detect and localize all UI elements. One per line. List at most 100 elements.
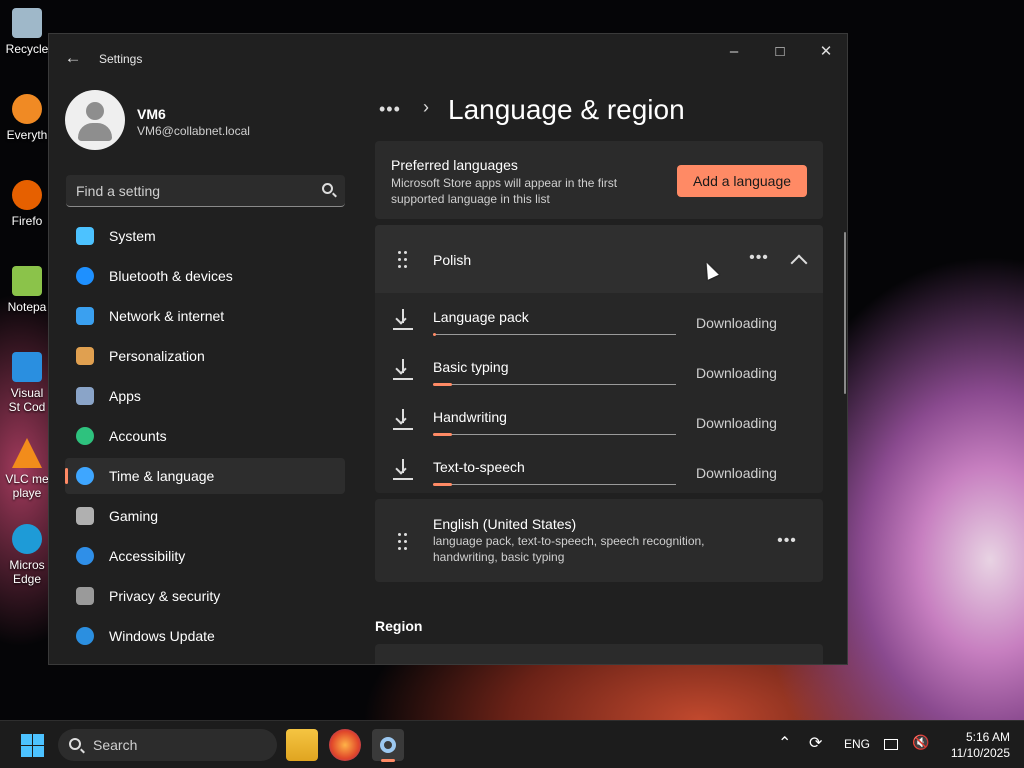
language-name: English (United States) [433,516,577,532]
language-card-polish: Polish ••• Language pack Downloading Basic… [375,225,823,493]
sidebar-item-label: Network & internet [109,308,225,324]
avatar [65,90,125,150]
desktop-icon-label: Visual St Cod [8,386,46,414]
sidebar-nav: System Bluetooth & devices Network & inter… [65,218,345,658]
language-name: Polish [433,252,472,268]
sidebar-item-label: Bluetooth & devices [109,268,233,284]
desktop-icon-label: VLC me playe [5,472,49,500]
firefox-taskbar-icon[interactable] [329,729,361,761]
sidebar-item-time-language[interactable]: Time & language [65,458,345,494]
sidebar-item-accessibility[interactable]: Accessibility [65,538,345,574]
display-icon[interactable] [884,739,898,750]
drag-handle-icon[interactable] [398,533,408,551]
close-button[interactable]: ✕ [811,42,841,62]
sidebar-item-accounts[interactable]: Accounts [65,418,345,454]
gear-icon [380,737,396,753]
recycle-bin-icon [12,8,42,38]
system-clock[interactable]: 5:16 AM 11/10/2025 [940,729,1010,761]
download-status: Downloading [696,465,777,481]
language-header-polish[interactable]: Polish ••• [375,225,823,293]
title-bar: ← Settings – □ ✕ [49,34,847,82]
desktop-icon-vlc[interactable]: VLC me playe [4,438,50,500]
desktop-icon-firefox[interactable]: Firefo [4,180,50,228]
preferred-languages-description: Microsoft Store apps will appear in the … [391,176,618,206]
edge-icon [12,524,42,554]
everything-app-icon [12,94,42,124]
sidebar-item-bluetooth-devices[interactable]: Bluetooth & devices [65,258,345,294]
download-status: Downloading [696,315,777,331]
desktop-icon-vscode[interactable]: Visual St Cod [4,352,50,414]
more-options-button[interactable]: ••• [744,249,774,267]
shield-icon [76,587,94,605]
download-progress-fill [433,383,453,386]
desktop-icon-label: Everyth [6,128,48,142]
download-icon [393,359,413,381]
windows-start-icon[interactable] [21,734,44,757]
monitor-icon [76,227,94,245]
sync-icon[interactable]: ⟳ [809,733,822,753]
taskbar: Search ⌃ ⟳ ENG 🔇 5:16 AM 11/10/2025 [0,720,1024,768]
wifi-icon [76,307,94,325]
chevron-up-icon[interactable]: ⌃ [778,733,791,753]
sidebar-item-label: Accessibility [109,548,186,564]
clock-date: 11/10/2025 [950,746,1010,760]
sidebar-item-personalization[interactable]: Personalization [65,338,345,374]
sidebar-item-network-internet[interactable]: Network & internet [65,298,345,334]
drag-handle-icon[interactable] [398,251,408,269]
download-icon [393,459,413,481]
download-item: Handwriting Downloading [375,395,823,445]
sidebar-item-gaming[interactable]: Gaming [65,498,345,534]
vscode-icon [12,352,42,382]
sidebar-item-system[interactable]: System [65,218,345,254]
search-input[interactable]: Find a setting [76,183,160,199]
apps-icon [76,387,94,405]
maximize-button[interactable]: □ [765,42,795,62]
minimize-button[interactable]: – [719,42,749,62]
country-region-card-partial[interactable] [375,644,823,664]
download-progress-bar [433,433,676,436]
language-card-english[interactable]: English (United States) language pack, t… [375,499,823,582]
desktop-icon-edge[interactable]: Micros Edge [4,524,50,586]
desktop-icon-everything[interactable]: Everyth [4,94,50,142]
scrollbar[interactable] [844,232,846,394]
taskbar-search-label: Search [93,737,138,753]
volume-muted-icon[interactable]: 🔇 [912,734,929,751]
desktop-icon-recycle-bin[interactable]: Recycle [4,8,50,56]
preferred-languages-title: Preferred languages [391,157,518,173]
firefox-icon [12,180,42,210]
sidebar-item-windows-update[interactable]: Windows Update [65,618,345,654]
settings-taskbar-icon[interactable] [372,729,404,762]
chevron-up-icon[interactable] [790,254,808,272]
add-language-button[interactable]: Add a language [677,165,807,197]
settings-search-box[interactable]: Find a setting [66,175,345,207]
update-icon [76,627,94,645]
breadcrumb-overflow-button[interactable]: ••• [379,99,401,120]
download-item-name: Basic typing [433,359,509,375]
download-item: Text-to-speech Downloading [375,445,823,495]
sidebar-item-label: Windows Update [109,628,215,644]
download-progress-fill [433,483,453,486]
download-item-name: Text-to-speech [433,459,525,475]
taskbar-search-box[interactable]: Search [58,729,277,761]
sidebar-item-privacy-security[interactable]: Privacy & security [65,578,345,614]
more-options-button[interactable]: ••• [772,532,802,550]
back-arrow-icon[interactable]: ← [63,48,83,68]
chevron-right-icon: › [423,97,429,117]
input-language-indicator[interactable]: ENG [844,737,870,751]
download-progress-fill [433,333,436,336]
search-icon[interactable] [322,183,333,194]
download-icon [393,409,413,431]
page-title: Language & region [448,94,685,125]
download-icon [393,309,413,331]
sidebar-item-apps[interactable]: Apps [65,378,345,414]
vlc-icon [12,438,42,468]
download-progress-bar [433,333,676,336]
brush-icon [76,347,94,365]
sidebar-item-label: Apps [109,388,141,404]
sidebar-item-label: Privacy & security [109,588,221,604]
user-email: VM6@collabnet.local [137,124,250,138]
desktop-icon-notepad[interactable]: Notepa [4,266,50,314]
preferred-languages-card: Preferred languages Microsoft Store apps… [375,141,823,219]
file-explorer-icon[interactable] [286,729,318,761]
sidebar-item-label: Accounts [109,428,167,444]
